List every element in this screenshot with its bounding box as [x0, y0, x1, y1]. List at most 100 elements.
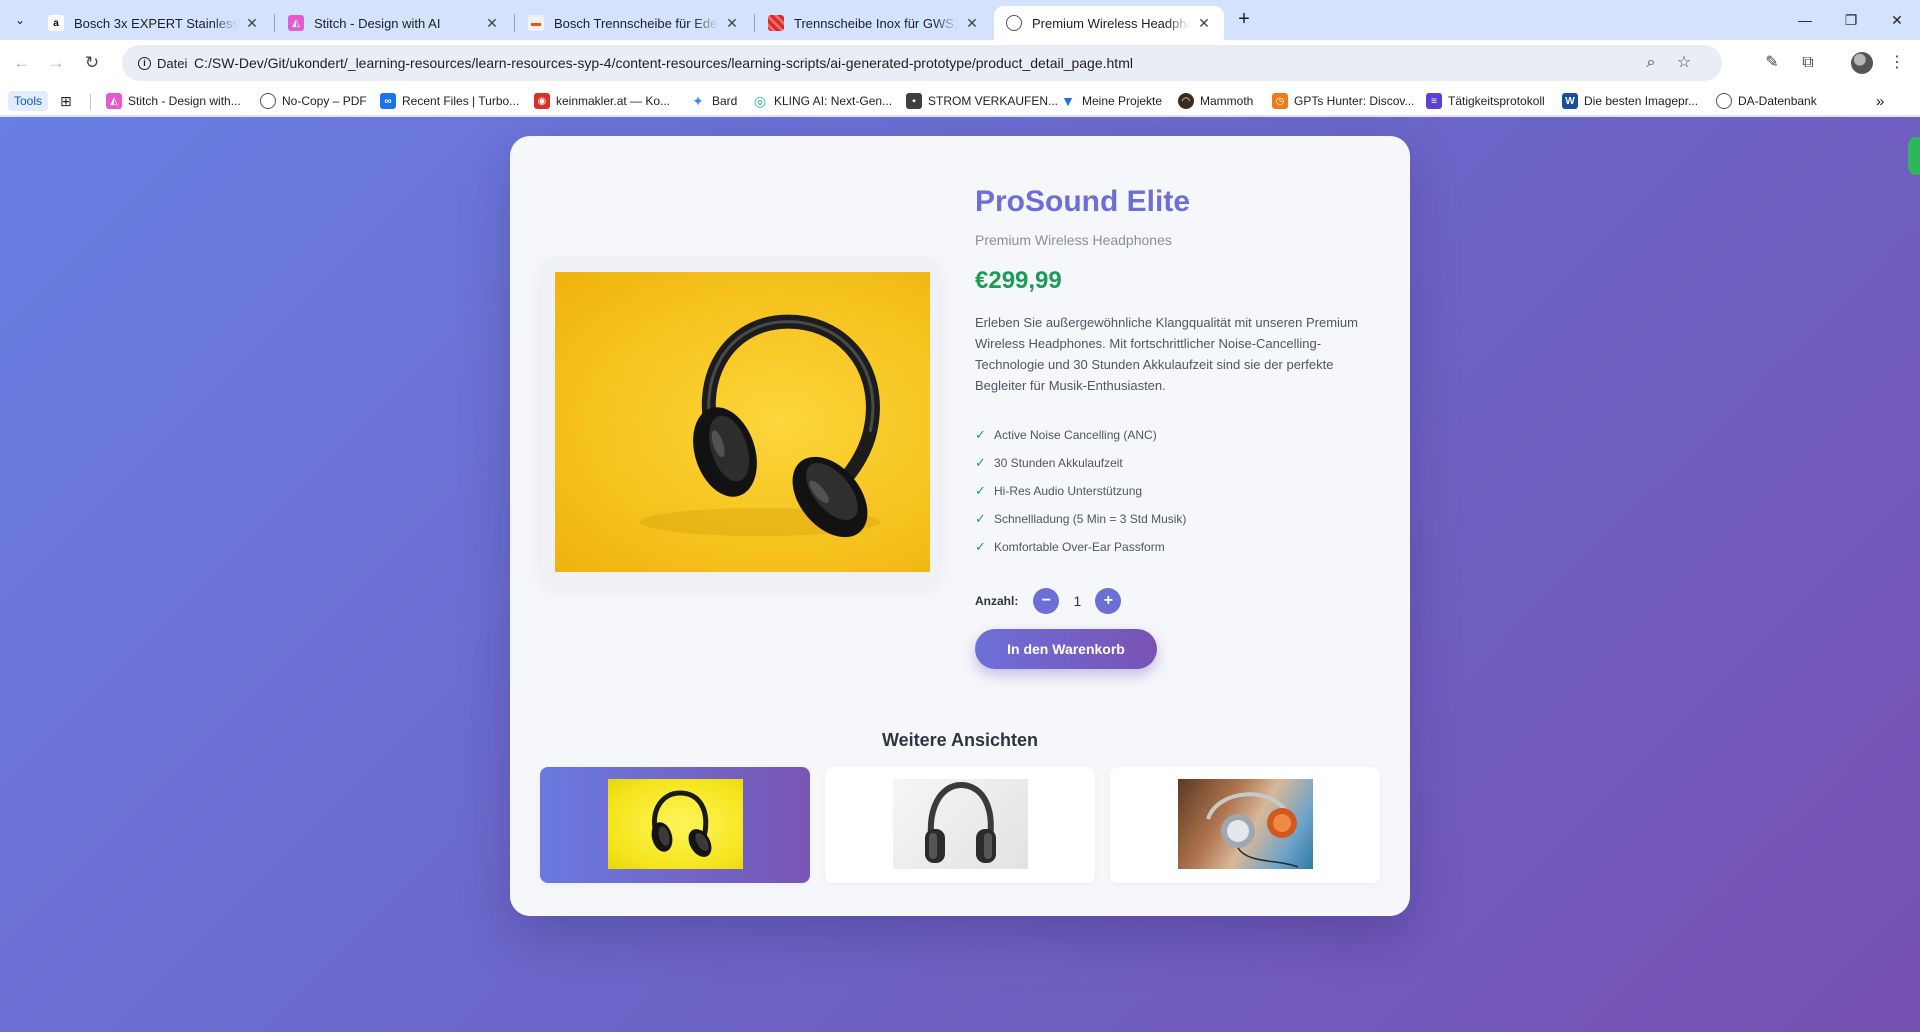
forward-icon[interactable]: →	[44, 51, 68, 75]
bookmark-label: KLING AI: Next-Gen...	[774, 94, 893, 108]
close-icon[interactable]: ✕	[1196, 15, 1212, 32]
bookmarks-bar: Tools ⊞ ◭ Stitch - Design with... No-Cop…	[0, 86, 1920, 116]
bookmark-label: Tools	[14, 94, 43, 108]
add-to-cart-button[interactable]: In den Warenkorb	[975, 629, 1157, 669]
tab-separator	[754, 14, 755, 32]
check-icon: ✓	[975, 511, 986, 526]
bookmarks-overflow-icon[interactable]: »	[1876, 91, 1884, 111]
side-widget-tab[interactable]	[1908, 137, 1920, 175]
menu-dots-icon[interactable]: ⋮	[1886, 52, 1908, 74]
thumbnail-silver-orange-headphones[interactable]	[1110, 767, 1380, 883]
quantity-decrease-button[interactable]: −	[1033, 588, 1060, 614]
reload-icon[interactable]: ↻	[80, 51, 104, 75]
info-icon: i	[138, 56, 151, 70]
keinmakler-icon: ◉	[534, 93, 550, 109]
bookmark-da-datenbank[interactable]: DA-Datenbank	[1716, 91, 1817, 111]
bookmark-label: GPTs Hunter: Discov...	[1294, 94, 1415, 108]
tab-stitch[interactable]: ◭ Stitch - Design with AI ✕	[276, 6, 512, 40]
vercel-icon: ▼	[1061, 93, 1075, 109]
close-icon[interactable]: ✕	[724, 15, 740, 32]
thumbnail-yellow-headphones[interactable]	[540, 767, 810, 883]
bookmark-tools[interactable]: Tools	[8, 91, 49, 111]
headphones-thumb-icon	[651, 790, 712, 857]
gallery-title: Weitere Ansichten	[881, 730, 1039, 750]
quantity-label: Anzahl:	[975, 594, 1019, 608]
stitch-icon: ◭	[106, 93, 122, 109]
avatar[interactable]	[1851, 52, 1873, 74]
bookmark-no-copy[interactable]: No-Copy – PDF	[260, 91, 367, 111]
amazon-icon: a	[48, 15, 64, 31]
bookmark-bard[interactable]: ✦ Bard	[690, 91, 737, 111]
bookmark-meine-projekte[interactable]: ▼ Meine Projekte	[1060, 91, 1162, 111]
window-close-icon[interactable]: ✕	[1874, 0, 1920, 40]
check-icon: ✓	[975, 455, 986, 470]
apps-grid-icon[interactable]: ⊞	[60, 91, 72, 111]
bookmark-label: Meine Projekte	[1082, 94, 1163, 108]
back-icon[interactable]: ←	[10, 51, 34, 75]
extensions-icon[interactable]: ⧉	[1797, 52, 1819, 74]
url-text[interactable]: C:/SW-Dev/Git/ukondert/_learning-resourc…	[194, 55, 1133, 71]
site-info-label: Datei	[157, 55, 188, 71]
bookmark-taetigkeitsprotokoll[interactable]: ≡ Tätigkeitsprotokoll	[1426, 91, 1545, 111]
pen-icon[interactable]: ✎	[1761, 52, 1783, 74]
bookmark-star-icon[interactable]: ☆	[1675, 54, 1693, 72]
bookmark-label: STROM VERKAUFEN...	[928, 94, 1059, 108]
bookmarks-separator	[90, 94, 91, 110]
check-icon: ✓	[975, 427, 986, 442]
close-icon[interactable]: ✕	[484, 15, 500, 32]
kling-icon: ◎	[753, 92, 767, 109]
bookmark-label: No-Copy – PDF	[282, 94, 367, 108]
bookmark-imagepr[interactable]: W Die besten Imagepr...	[1562, 91, 1698, 111]
restore-icon[interactable]: ❐	[1828, 0, 1874, 40]
turbo-icon: ∞	[380, 93, 396, 109]
bard-sparkle-icon: ✦	[692, 92, 704, 109]
product-card: ProSound Elite Premium Wireless Headphon…	[510, 136, 1410, 916]
globe-icon	[260, 93, 276, 109]
page-viewport: ProSound Elite Premium Wireless Headphon…	[0, 117, 1920, 1032]
tab-bosch-trennscheibe[interactable]: ▬ Bosch Trennscheibe für Edelstahl ✕	[516, 6, 752, 40]
bookmark-keinmakler[interactable]: ◉ keinmakler.at — Ko...	[534, 91, 670, 111]
globe-icon	[1716, 93, 1732, 109]
bookmark-label: DA-Datenbank	[1738, 94, 1817, 108]
zoom-icon[interactable]: ⌕	[1642, 54, 1660, 72]
tab-label: Bosch 3x EXPERT Stainless Steel	[74, 15, 238, 31]
headphones-image-icon	[640, 314, 880, 538]
bookmark-mammoth[interactable]: ◠ Mammoth	[1178, 91, 1253, 111]
product-subtitle: Premium Wireless Headphones	[975, 232, 1172, 248]
bookmark-recent-files[interactable]: ∞ Recent Files | Turbo...	[380, 91, 519, 111]
quantity-stepper: Anzahl: − 1 +	[975, 588, 1122, 614]
bookmark-gpts-hunter[interactable]: ◷ GPTs Hunter: Discov...	[1272, 91, 1414, 111]
quantity-value[interactable]: 1	[1059, 593, 1095, 609]
tab-bosch-amazon[interactable]: a Bosch 3x EXPERT Stainless Steel ✕	[36, 6, 272, 40]
tab-label: Premium Wireless Headphones	[1032, 15, 1190, 31]
tab-trennscheibe-inox[interactable]: Trennscheibe Inox für GWS12V ✕	[756, 6, 992, 40]
site-info-chip[interactable]: i Datei	[130, 51, 195, 75]
check-icon: ✓	[975, 483, 986, 498]
tab-strip: ⌄ a Bosch 3x EXPERT Stainless Steel ✕ ◭ …	[0, 0, 1920, 40]
tab-separator	[274, 14, 275, 32]
address-bar[interactable]: i Datei C:/SW-Dev/Git/ukondert/_learning…	[122, 45, 1722, 81]
list-icon: ≡	[1426, 93, 1442, 109]
shop-red-icon	[768, 15, 784, 31]
product-title: ProSound Elite	[975, 185, 1191, 218]
strom-icon: ▪	[906, 93, 922, 109]
tab-premium-headphones[interactable]: Premium Wireless Headphones ✕	[994, 6, 1224, 40]
close-icon[interactable]: ✕	[964, 15, 980, 32]
tab-search-icon[interactable]: ⌄	[8, 8, 32, 32]
minimize-icon[interactable]: —	[1782, 0, 1828, 40]
thumbnail-image	[893, 779, 1028, 869]
gpts-hunter-icon: ◷	[1272, 93, 1288, 109]
main-product-image	[555, 272, 930, 572]
bookmark-stitch[interactable]: ◭ Stitch - Design with...	[106, 91, 241, 111]
mammoth-icon: ◠	[1178, 93, 1194, 109]
browser-toolbar: ← → ↻ i Datei C:/SW-Dev/Git/ukondert/_le…	[0, 40, 1920, 86]
shop-icon: ▬	[528, 15, 544, 31]
quantity-increase-button[interactable]: +	[1095, 588, 1122, 614]
check-icon: ✓	[975, 539, 986, 554]
feature-text: 30 Stunden Akkulaufzeit	[994, 456, 1123, 470]
close-icon[interactable]: ✕	[244, 15, 260, 32]
new-tab-icon[interactable]: +	[1232, 8, 1256, 32]
bookmark-kling[interactable]: ◎ KLING AI: Next-Gen...	[752, 91, 892, 111]
thumbnail-gray-headphones[interactable]	[825, 767, 1095, 883]
bookmark-strom[interactable]: ▪ STROM VERKAUFEN...	[906, 91, 1058, 111]
